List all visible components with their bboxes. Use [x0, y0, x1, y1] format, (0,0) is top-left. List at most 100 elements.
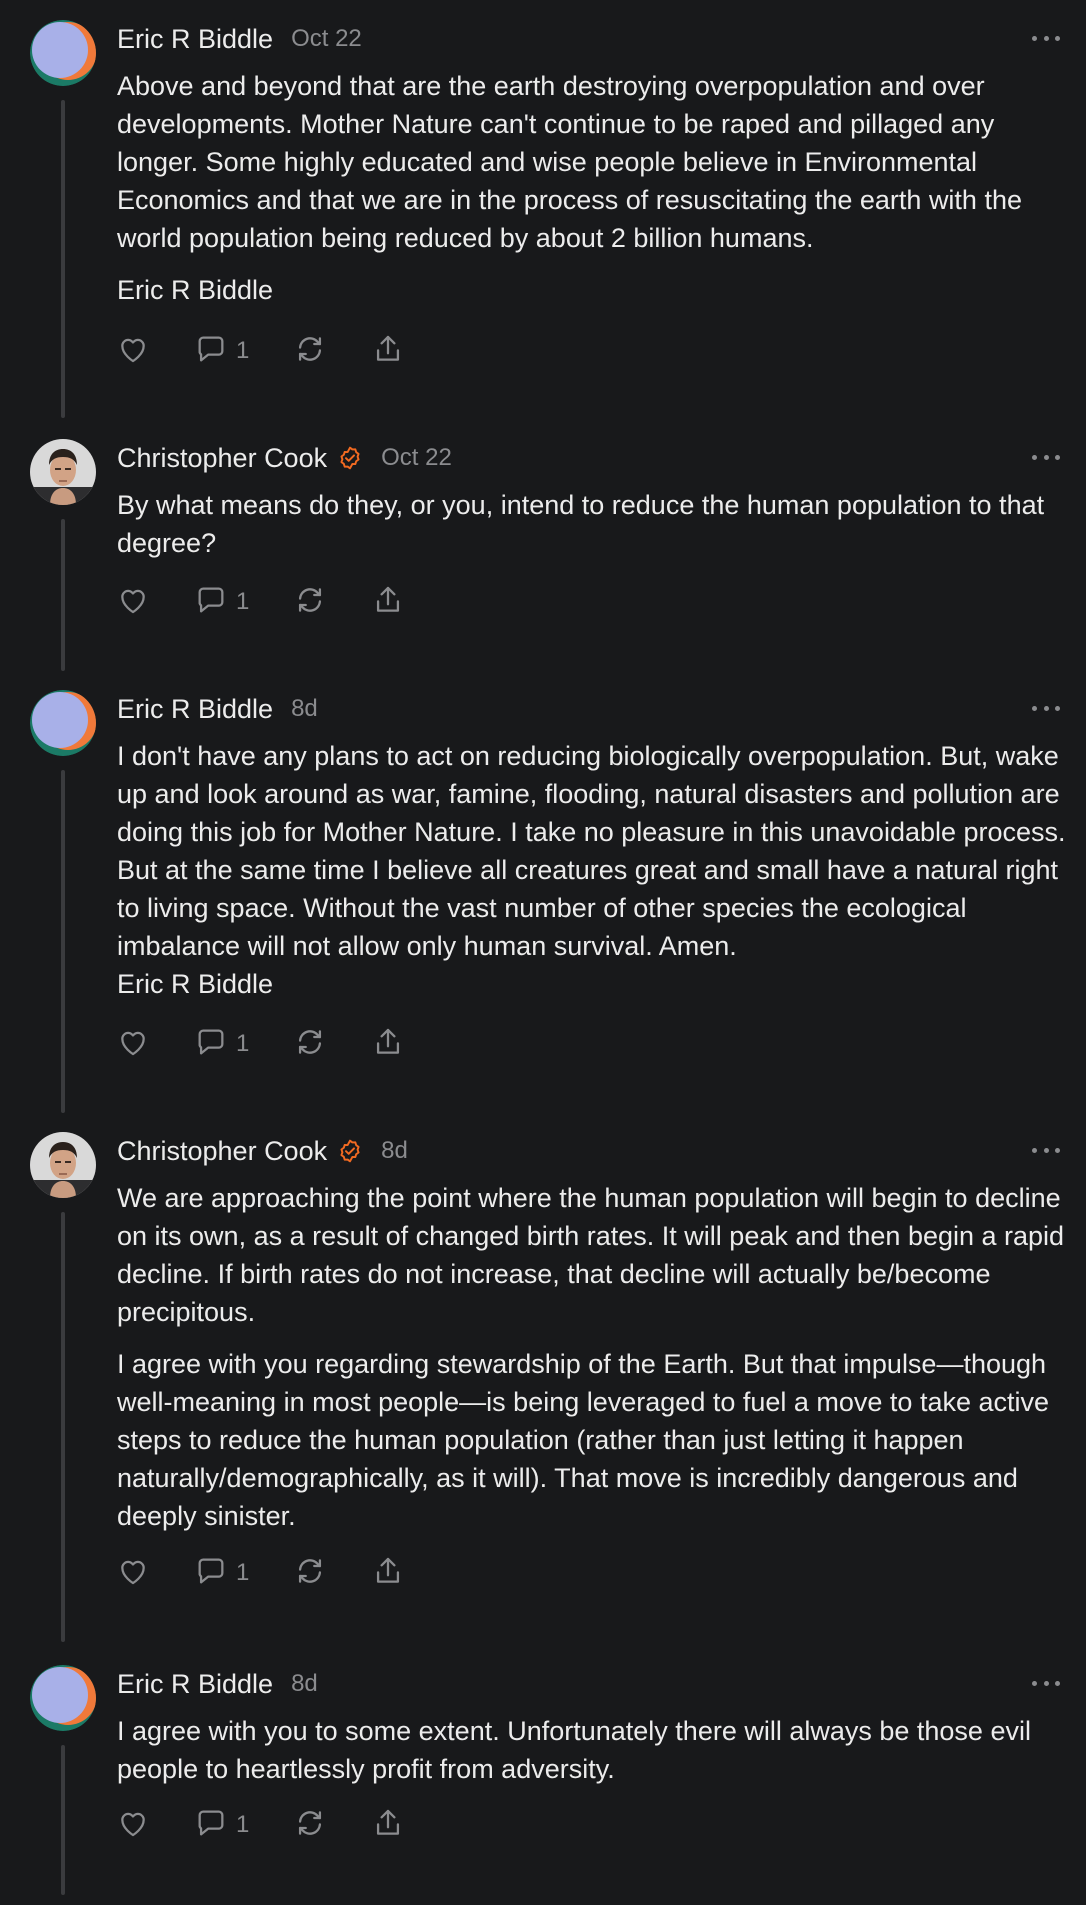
verified-badge-icon: [337, 1138, 363, 1164]
reply-count: 1: [236, 1811, 250, 1838]
share-button[interactable]: [371, 583, 405, 622]
comment-paragraph: Eric R Biddle: [117, 275, 274, 305]
heart-icon: [116, 1554, 150, 1593]
comment-date[interactable]: Oct 22: [381, 444, 452, 472]
comment-icon: [194, 1554, 228, 1593]
avatar[interactable]: [30, 1132, 96, 1198]
thread-line: [61, 1745, 65, 1895]
author-name[interactable]: Christopher Cook: [117, 1136, 327, 1167]
reply-button[interactable]: 1: [194, 332, 249, 371]
comment-header: Christopher Cook 8d: [117, 1132, 408, 1170]
like-button[interactable]: [116, 1554, 150, 1593]
comment-date[interactable]: 8d: [291, 695, 318, 723]
restack-icon: [293, 583, 327, 622]
reply-count: 1: [236, 1030, 250, 1057]
share-icon: [371, 583, 405, 622]
author-name[interactable]: Christopher Cook: [117, 443, 327, 474]
restack-button[interactable]: [293, 1554, 327, 1593]
like-button[interactable]: [116, 583, 150, 622]
comment-actions: 1: [116, 331, 449, 371]
comment-header: Eric R Biddle Oct 22: [117, 20, 362, 58]
heart-icon: [116, 583, 150, 622]
comment-body: Above and beyond that are the earth dest…: [117, 67, 1067, 323]
comment-paragraph: I don't have any plans to act on reducin…: [117, 741, 1066, 999]
restack-button[interactable]: [293, 1806, 327, 1845]
like-button[interactable]: [116, 1025, 150, 1064]
restack-icon: [293, 1554, 327, 1593]
restack-button[interactable]: [293, 1025, 327, 1064]
avatar[interactable]: [30, 690, 96, 756]
share-icon: [371, 332, 405, 371]
reply-button[interactable]: 1: [194, 1554, 249, 1593]
comment-body: We are approaching the point where the h…: [117, 1179, 1067, 1549]
comment-body: I don't have any plans to act on reducin…: [117, 737, 1067, 1017]
comment-thread: Eric R Biddle Oct 22 Above and beyond that…: [0, 0, 1086, 1895]
avatar[interactable]: [30, 1665, 96, 1731]
share-button[interactable]: [371, 1554, 405, 1593]
heart-icon: [116, 332, 150, 371]
avatar[interactable]: [30, 439, 96, 505]
share-icon: [371, 1554, 405, 1593]
share-button[interactable]: [371, 332, 405, 371]
like-button[interactable]: [116, 1806, 150, 1845]
reply-count: 1: [236, 588, 250, 615]
reply-button[interactable]: 1: [194, 1025, 249, 1064]
reply-count: 1: [236, 1559, 250, 1586]
comment-header: Christopher Cook Oct 22: [117, 439, 452, 477]
comment: Christopher Cook 8d We are approaching the…: [0, 1112, 1086, 1652]
comment: Eric R Biddle 8d I agree with you to some …: [0, 1645, 1086, 1905]
comment: Eric R Biddle Oct 22 Above and beyond that…: [0, 0, 1086, 428]
share-button[interactable]: [371, 1806, 405, 1845]
share-button[interactable]: [371, 1025, 405, 1064]
more-options-icon[interactable]: [1032, 1669, 1060, 1697]
restack-button[interactable]: [293, 332, 327, 371]
restack-icon: [293, 1806, 327, 1845]
thread-line: [61, 770, 65, 1113]
comment-body: By what means do they, or you, intend to…: [117, 486, 1067, 576]
comment-actions: 1: [116, 1024, 449, 1064]
comment-date[interactable]: Oct 22: [291, 25, 362, 53]
comment-icon: [194, 1025, 228, 1064]
heart-icon: [116, 1806, 150, 1845]
more-options-icon[interactable]: [1032, 1136, 1060, 1164]
comment-header: Eric R Biddle 8d: [117, 1665, 318, 1703]
comment-actions: 1: [116, 1805, 449, 1845]
comment: Eric R Biddle 8d I don't have any plans to…: [0, 670, 1086, 1123]
comment-body: I agree with you to some extent. Unfortu…: [117, 1712, 1067, 1802]
comment-paragraph: I agree with you regarding stewardship o…: [117, 1349, 1050, 1531]
thread-line: [61, 1212, 65, 1642]
comment-icon: [194, 583, 228, 622]
verified-badge-icon: [337, 445, 363, 471]
comment-paragraph: I agree with you to some extent. Unfortu…: [117, 1716, 1031, 1784]
comment-header: Eric R Biddle 8d: [117, 690, 318, 728]
comment-actions: 1: [116, 582, 449, 622]
avatar[interactable]: [30, 20, 96, 86]
restack-icon: [293, 1025, 327, 1064]
share-icon: [371, 1806, 405, 1845]
comment-icon: [194, 332, 228, 371]
heart-icon: [116, 1025, 150, 1064]
more-options-icon[interactable]: [1032, 443, 1060, 471]
author-name[interactable]: Eric R Biddle: [117, 694, 273, 725]
restack-icon: [293, 332, 327, 371]
restack-button[interactable]: [293, 583, 327, 622]
author-name[interactable]: Eric R Biddle: [117, 24, 273, 55]
share-icon: [371, 1025, 405, 1064]
reply-count: 1: [236, 337, 250, 364]
comment-date[interactable]: 8d: [291, 1670, 318, 1698]
author-name[interactable]: Eric R Biddle: [117, 1669, 273, 1700]
like-button[interactable]: [116, 332, 150, 371]
comment-paragraph: Above and beyond that are the earth dest…: [117, 71, 1022, 253]
thread-line: [61, 100, 65, 418]
comment-paragraph: By what means do they, or you, intend to…: [117, 490, 1045, 558]
comment-date[interactable]: 8d: [381, 1137, 408, 1165]
comment: Christopher Cook Oct 22 By what means do t…: [0, 419, 1086, 681]
comment-paragraph: We are approaching the point where the h…: [117, 1183, 1065, 1327]
comment-actions: 1: [116, 1553, 449, 1593]
thread-line: [61, 519, 65, 671]
reply-button[interactable]: 1: [194, 1806, 249, 1845]
more-options-icon[interactable]: [1032, 694, 1060, 722]
comment-icon: [194, 1806, 228, 1845]
more-options-icon[interactable]: [1032, 24, 1060, 52]
reply-button[interactable]: 1: [194, 583, 249, 622]
